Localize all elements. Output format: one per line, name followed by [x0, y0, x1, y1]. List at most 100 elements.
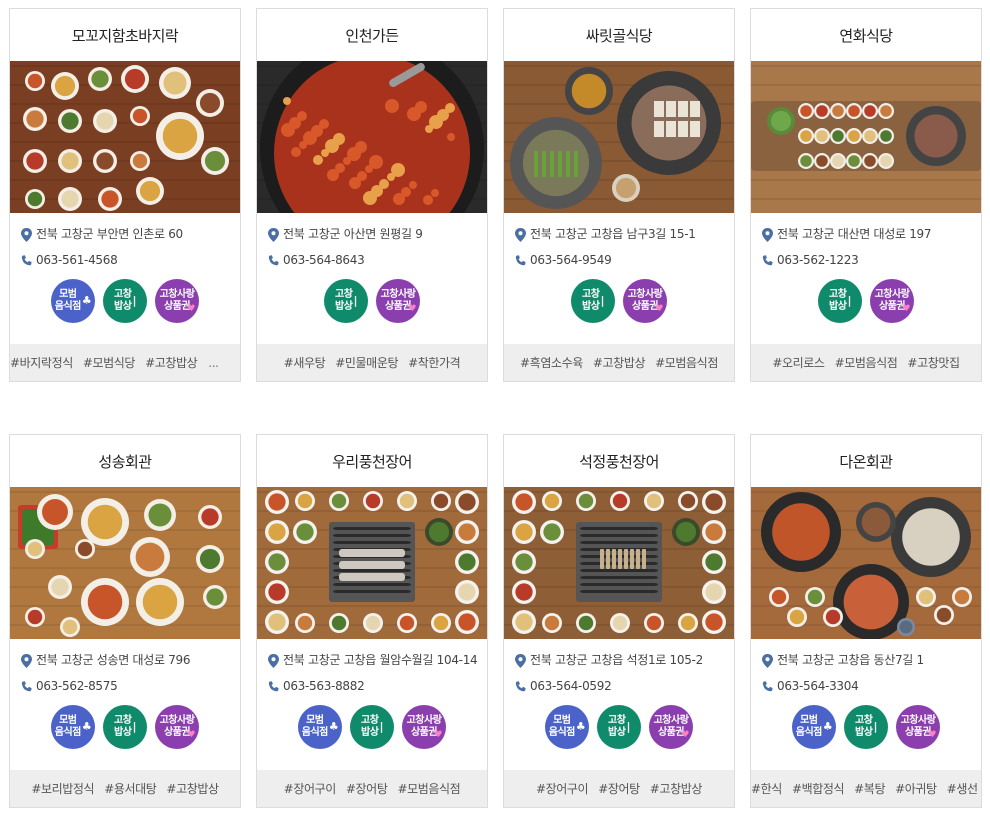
map-pin-icon: [761, 654, 774, 668]
hashtag-link[interactable]: #생선: [947, 780, 978, 797]
hashtag-link[interactable]: #백합정식: [792, 780, 845, 797]
hashtag-link[interactable]: #한식: [751, 780, 782, 797]
hashtag-link[interactable]: #모범음식점: [397, 780, 460, 797]
restaurant-info: 전북 고창군 대산면 대성로 197 063-562-1223: [761, 227, 975, 279]
phone-text[interactable]: 063-562-1223: [777, 253, 975, 268]
restaurant-photo[interactable]: [504, 487, 734, 639]
phone-line[interactable]: 063-561-4568: [20, 253, 234, 268]
badge-label-line2: 밥상: [114, 727, 132, 738]
hashtag-link[interactable]: #고창밥상: [593, 354, 646, 371]
phone-line[interactable]: 063-564-8643: [267, 253, 481, 268]
more-tags[interactable]: ...: [208, 356, 219, 370]
badge-label-line2: 음식점: [795, 727, 823, 738]
address-text: 전북 고창군 부안면 인촌로 60: [36, 227, 183, 241]
phone-icon: [514, 680, 527, 694]
phone-line[interactable]: 063-564-0592: [514, 679, 728, 694]
badge-label: 고창 밥상: [335, 289, 353, 313]
badge-label: 고창 밥상: [361, 715, 379, 739]
hashtag-link[interactable]: #고창맛집: [907, 354, 960, 371]
restaurant-info: 전북 고창군 고창읍 석정1로 105-2 063-564-0592: [514, 653, 728, 705]
utensils-icon: |: [847, 294, 851, 307]
phone-line[interactable]: 063-564-9549: [514, 253, 728, 268]
hashtag-link[interactable]: #아귀탕: [895, 780, 937, 797]
restaurant-photo[interactable]: [10, 61, 240, 213]
food-photo-image: [257, 61, 487, 213]
hashtag-link[interactable]: #민물매운탕: [335, 354, 398, 371]
badge-label-line1: 모범: [553, 715, 571, 726]
hashtag-link[interactable]: #장어탕: [346, 780, 388, 797]
restaurant-name[interactable]: 우리풍천장어: [257, 435, 487, 487]
hashtag-link[interactable]: #오리로스: [772, 354, 825, 371]
restaurant-photo[interactable]: [504, 61, 734, 213]
hashtag-link[interactable]: #흑염소수육: [520, 354, 583, 371]
badge-row: 모범 음식점 ♣ 고창 밥상 | 고창사랑 상품권 ♥: [257, 705, 487, 749]
restaurant-name[interactable]: 모꼬지함초바지락: [10, 9, 240, 61]
phone-text[interactable]: 063-564-9549: [530, 253, 728, 268]
hashtag-link[interactable]: #모범음식점: [835, 354, 898, 371]
hashtag-link[interactable]: #장어탕: [598, 780, 640, 797]
restaurant-card[interactable]: 연화식당 전북 고창군 대산면 대성로 197 063-562-1223 고창 밥상 | 고…: [750, 8, 982, 382]
restaurant-photo[interactable]: [257, 487, 487, 639]
restaurant-name[interactable]: 싸릿골식당: [504, 9, 734, 61]
badge-label-line2: 상품권: [384, 301, 412, 312]
hashtag-link[interactable]: #보리밥정식: [31, 780, 94, 797]
restaurant-card[interactable]: 싸릿골식당 전북 고창군 고창읍 남구3길 15-1 063-564-9549 고창 밥…: [503, 8, 735, 382]
badge-label: 고창 밥상: [608, 715, 626, 739]
badge-label: 모범 음식점: [55, 289, 82, 313]
badge-voucher: 고창사랑 상품권 ♥: [155, 705, 199, 749]
utensils-icon: |: [132, 720, 136, 733]
hashtag-link[interactable]: #새우탕: [284, 354, 326, 371]
hashtag-link[interactable]: #장어구이: [536, 780, 589, 797]
phone-text[interactable]: 063-564-0592: [530, 679, 728, 694]
restaurant-name[interactable]: 다온회관: [751, 435, 981, 487]
hashtag-link[interactable]: #용서대탕: [104, 780, 157, 797]
restaurant-card[interactable]: 인천가든 전북 고창군 아산면 원평길 9 063-564-8643 고창 밥상 | 고창사…: [256, 8, 488, 382]
hashtag-link[interactable]: #고창밥상: [650, 780, 703, 797]
restaurant-card[interactable]: 모꼬지함초바지락전북 고창군 부안면 인촌로 60 063-561-4568 모범 음…: [9, 8, 241, 382]
badge-label: 모범 음식점: [55, 715, 82, 739]
heart-icon: ♥: [408, 304, 416, 314]
phone-text[interactable]: 063-564-8643: [283, 253, 481, 268]
address-line: 전북 고창군 부안면 인촌로 60: [20, 227, 234, 242]
phone-text[interactable]: 063-561-4568: [36, 253, 234, 268]
hashtag-link[interactable]: #장어구이: [284, 780, 337, 797]
phone-line[interactable]: 063-562-1223: [761, 253, 975, 268]
restaurant-card[interactable]: 다온회관 전북 고창군 고창읍 동산7길 1 063-564-3304 모범 음식점 ♣ 고…: [750, 434, 982, 808]
restaurant-card[interactable]: 석정풍천장어 전북 고창군 고창읍 석정1로 105-2 063-564-0592 모…: [503, 434, 735, 808]
heart-icon: ♥: [187, 304, 195, 314]
badge-label-line2: 상품권: [631, 301, 659, 312]
badge-label-line2: 상품권: [163, 727, 191, 738]
badge-label-line1: 고창: [114, 289, 132, 300]
restaurant-card[interactable]: 우리풍천장어 전북 고창군 고창읍 월암수월길 104-14 063-563-888…: [256, 434, 488, 808]
restaurant-photo[interactable]: [257, 61, 487, 213]
hashtag-link[interactable]: #모범식당: [83, 354, 136, 371]
hashtag-link[interactable]: #고창밥상: [145, 354, 198, 371]
phone-text[interactable]: 063-562-8575: [36, 679, 234, 694]
tag-bar: #새우탕 #민물매운탕 #착한가격: [257, 344, 487, 381]
utensils-icon: |: [873, 720, 877, 733]
phone-line[interactable]: 063-562-8575: [20, 679, 234, 694]
hashtag-link[interactable]: #복탕: [854, 780, 885, 797]
restaurant-name[interactable]: 석정풍천장어: [504, 435, 734, 487]
phone-line[interactable]: 063-563-8882: [267, 679, 481, 694]
restaurant-card[interactable]: 성송회관 전북 고창군 성송면 대성로 796 063-562-8575 모범 음식점 ♣…: [9, 434, 241, 808]
restaurant-photo[interactable]: [751, 61, 981, 213]
hashtag-link[interactable]: #바지락정식: [10, 354, 73, 371]
phone-text[interactable]: 063-563-8882: [283, 679, 481, 694]
hashtag-link[interactable]: #모범음식점: [655, 354, 718, 371]
badge-model: 모범 음식점 ♣: [51, 705, 95, 749]
restaurant-name[interactable]: 성송회관: [10, 435, 240, 487]
phone-text[interactable]: 063-564-3304: [777, 679, 975, 694]
badge-label: 고창 밥상: [582, 289, 600, 313]
badge-voucher: 고창사랑 상품권 ♥: [402, 705, 446, 749]
badge-row: 모범 음식점 ♣ 고창 밥상 | 고창사랑 상품권 ♥: [504, 705, 734, 749]
phone-line[interactable]: 063-564-3304: [761, 679, 975, 694]
restaurant-info: 전북 고창군 아산면 원평길 9 063-564-8643: [267, 227, 481, 279]
restaurant-photo[interactable]: [751, 487, 981, 639]
hashtag-link[interactable]: #착한가격: [408, 354, 461, 371]
hashtag-link[interactable]: #고창밥상: [166, 780, 219, 797]
restaurant-name[interactable]: 인천가든: [257, 9, 487, 61]
restaurant-photo[interactable]: [10, 487, 240, 639]
restaurant-name[interactable]: 연화식당: [751, 9, 981, 61]
address-text: 전북 고창군 대산면 대성로 197: [777, 227, 932, 241]
